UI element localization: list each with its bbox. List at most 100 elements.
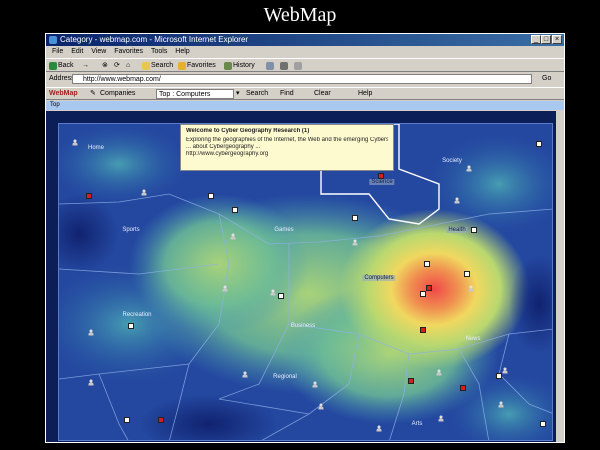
pencil-icon[interactable]: ✎ <box>90 89 96 99</box>
maximize-button[interactable]: □ <box>541 35 551 44</box>
tooltip-excerpt: ... about Cybergeography ... <box>186 144 261 150</box>
document-icon[interactable] <box>460 385 466 391</box>
document-icon[interactable] <box>536 141 542 147</box>
map-search-button[interactable]: Search <box>246 89 268 99</box>
vertical-scrollbar[interactable] <box>556 111 564 442</box>
user-avatar-icon[interactable] <box>318 403 324 411</box>
document-icon[interactable] <box>278 293 284 299</box>
toolbar: Back → ⊗ ⟳ ⌂ Search Favorites History <box>46 58 564 72</box>
category-dropdown-icon[interactable]: ▾ <box>236 89 240 99</box>
browser-window: Category - webmap.com - Microsoft Intern… <box>45 33 565 443</box>
tooltip-description: Exploring the geographies of the Interne… <box>186 137 388 143</box>
user-avatar-icon[interactable] <box>376 425 382 433</box>
region-label-games[interactable]: Games <box>272 227 295 233</box>
breadcrumb-top[interactable]: Top <box>50 102 60 108</box>
document-icon[interactable] <box>408 378 414 384</box>
favorites-button[interactable]: Favorites <box>178 61 216 71</box>
region-label-news[interactable]: News <box>463 336 482 342</box>
document-icon[interactable] <box>424 261 430 267</box>
ie-logo-icon <box>49 36 57 44</box>
region-label-society[interactable]: Society <box>440 158 464 164</box>
region-label-sports[interactable]: Sports <box>120 227 141 233</box>
document-icon[interactable] <box>158 417 164 423</box>
menu-view[interactable]: View <box>91 46 106 57</box>
region-label-computers[interactable]: Computers <box>362 275 396 281</box>
user-avatar-icon[interactable] <box>352 239 358 247</box>
document-icon[interactable] <box>540 421 546 427</box>
user-avatar-icon[interactable] <box>436 369 442 377</box>
search-button[interactable]: Search <box>142 61 173 71</box>
title-bar: Category - webmap.com - Microsoft Intern… <box>46 34 564 46</box>
document-icon[interactable] <box>378 173 384 179</box>
close-button[interactable]: × <box>552 35 562 44</box>
tooltip-url[interactable]: http://www.cybergeography.org <box>186 151 388 158</box>
go-button[interactable]: Go <box>542 75 551 82</box>
history-button[interactable]: History <box>224 61 255 71</box>
page-content: Home Society Sports Games Science Comput… <box>46 111 564 442</box>
document-icon[interactable] <box>128 323 134 329</box>
user-avatar-icon[interactable] <box>438 415 444 423</box>
edit-button[interactable] <box>294 61 302 71</box>
site-tooltip: Welcome to Cyber Geography Research (1) … <box>180 124 394 171</box>
minimize-button[interactable]: _ <box>531 35 541 44</box>
user-avatar-icon[interactable] <box>141 189 147 197</box>
document-icon[interactable] <box>124 417 130 423</box>
mail-button[interactable] <box>266 61 274 71</box>
region-label-science[interactable]: Science <box>369 179 395 185</box>
user-avatar-icon[interactable] <box>454 197 460 205</box>
document-icon[interactable] <box>420 291 426 297</box>
slide-title: WebMap <box>263 4 337 26</box>
user-avatar-icon[interactable] <box>230 233 236 241</box>
document-icon[interactable] <box>464 271 470 277</box>
document-icon[interactable] <box>496 373 502 379</box>
find-button[interactable]: Find <box>280 89 294 99</box>
region-label-recreation[interactable]: Recreation <box>120 312 153 318</box>
user-avatar-icon[interactable] <box>242 371 248 379</box>
menu-help[interactable]: Help <box>175 46 189 57</box>
user-avatar-icon[interactable] <box>270 289 276 297</box>
category-select[interactable]: Top : Computers <box>156 89 234 99</box>
document-icon[interactable] <box>352 215 358 221</box>
refresh-button[interactable]: ⟳ <box>114 61 120 71</box>
address-label: Address <box>49 75 75 82</box>
user-avatar-icon[interactable] <box>88 379 94 387</box>
document-icon[interactable] <box>86 193 92 199</box>
forward-button[interactable]: → <box>82 61 89 71</box>
clear-button[interactable]: Clear <box>314 89 331 99</box>
help-button[interactable]: Help <box>358 89 372 99</box>
companies-label[interactable]: Companies <box>100 89 135 99</box>
region-label-health[interactable]: Health <box>446 227 468 233</box>
region-label-home[interactable]: Home <box>86 145 106 151</box>
user-avatar-icon[interactable] <box>502 367 508 375</box>
region-label-arts[interactable]: Arts <box>410 421 425 427</box>
user-avatar-icon[interactable] <box>72 139 78 147</box>
stop-button[interactable]: ⊗ <box>102 61 108 71</box>
user-avatar-icon[interactable] <box>498 401 504 409</box>
document-icon[interactable] <box>426 285 432 291</box>
document-icon[interactable] <box>232 207 238 213</box>
user-avatar-icon[interactable] <box>468 285 474 293</box>
document-icon[interactable] <box>208 193 214 199</box>
heatmap-surface <box>59 124 552 440</box>
menu-file[interactable]: File <box>52 46 63 57</box>
document-icon[interactable] <box>420 327 426 333</box>
user-avatar-icon[interactable] <box>466 165 472 173</box>
document-icon[interactable] <box>471 227 477 233</box>
menu-edit[interactable]: Edit <box>71 46 83 57</box>
region-label-business[interactable]: Business <box>289 323 317 329</box>
user-avatar-icon[interactable] <box>312 381 318 389</box>
user-avatar-icon[interactable] <box>88 329 94 337</box>
print-button[interactable] <box>280 61 288 71</box>
history-icon <box>224 62 232 70</box>
web-map[interactable]: Home Society Sports Games Science Comput… <box>58 123 553 441</box>
address-input[interactable]: http://www.webmap.com/ <box>72 74 532 84</box>
menu-tools[interactable]: Tools <box>151 46 167 57</box>
user-avatar-icon[interactable] <box>222 285 228 293</box>
home-button[interactable]: ⌂ <box>126 61 130 71</box>
back-button[interactable]: Back <box>49 61 74 71</box>
back-arrow-icon <box>49 62 57 70</box>
webmap-brand[interactable]: WebMap <box>49 89 78 99</box>
menu-favorites[interactable]: Favorites <box>114 46 143 57</box>
print-icon <box>280 62 288 70</box>
region-label-regional[interactable]: Regional <box>271 374 299 380</box>
